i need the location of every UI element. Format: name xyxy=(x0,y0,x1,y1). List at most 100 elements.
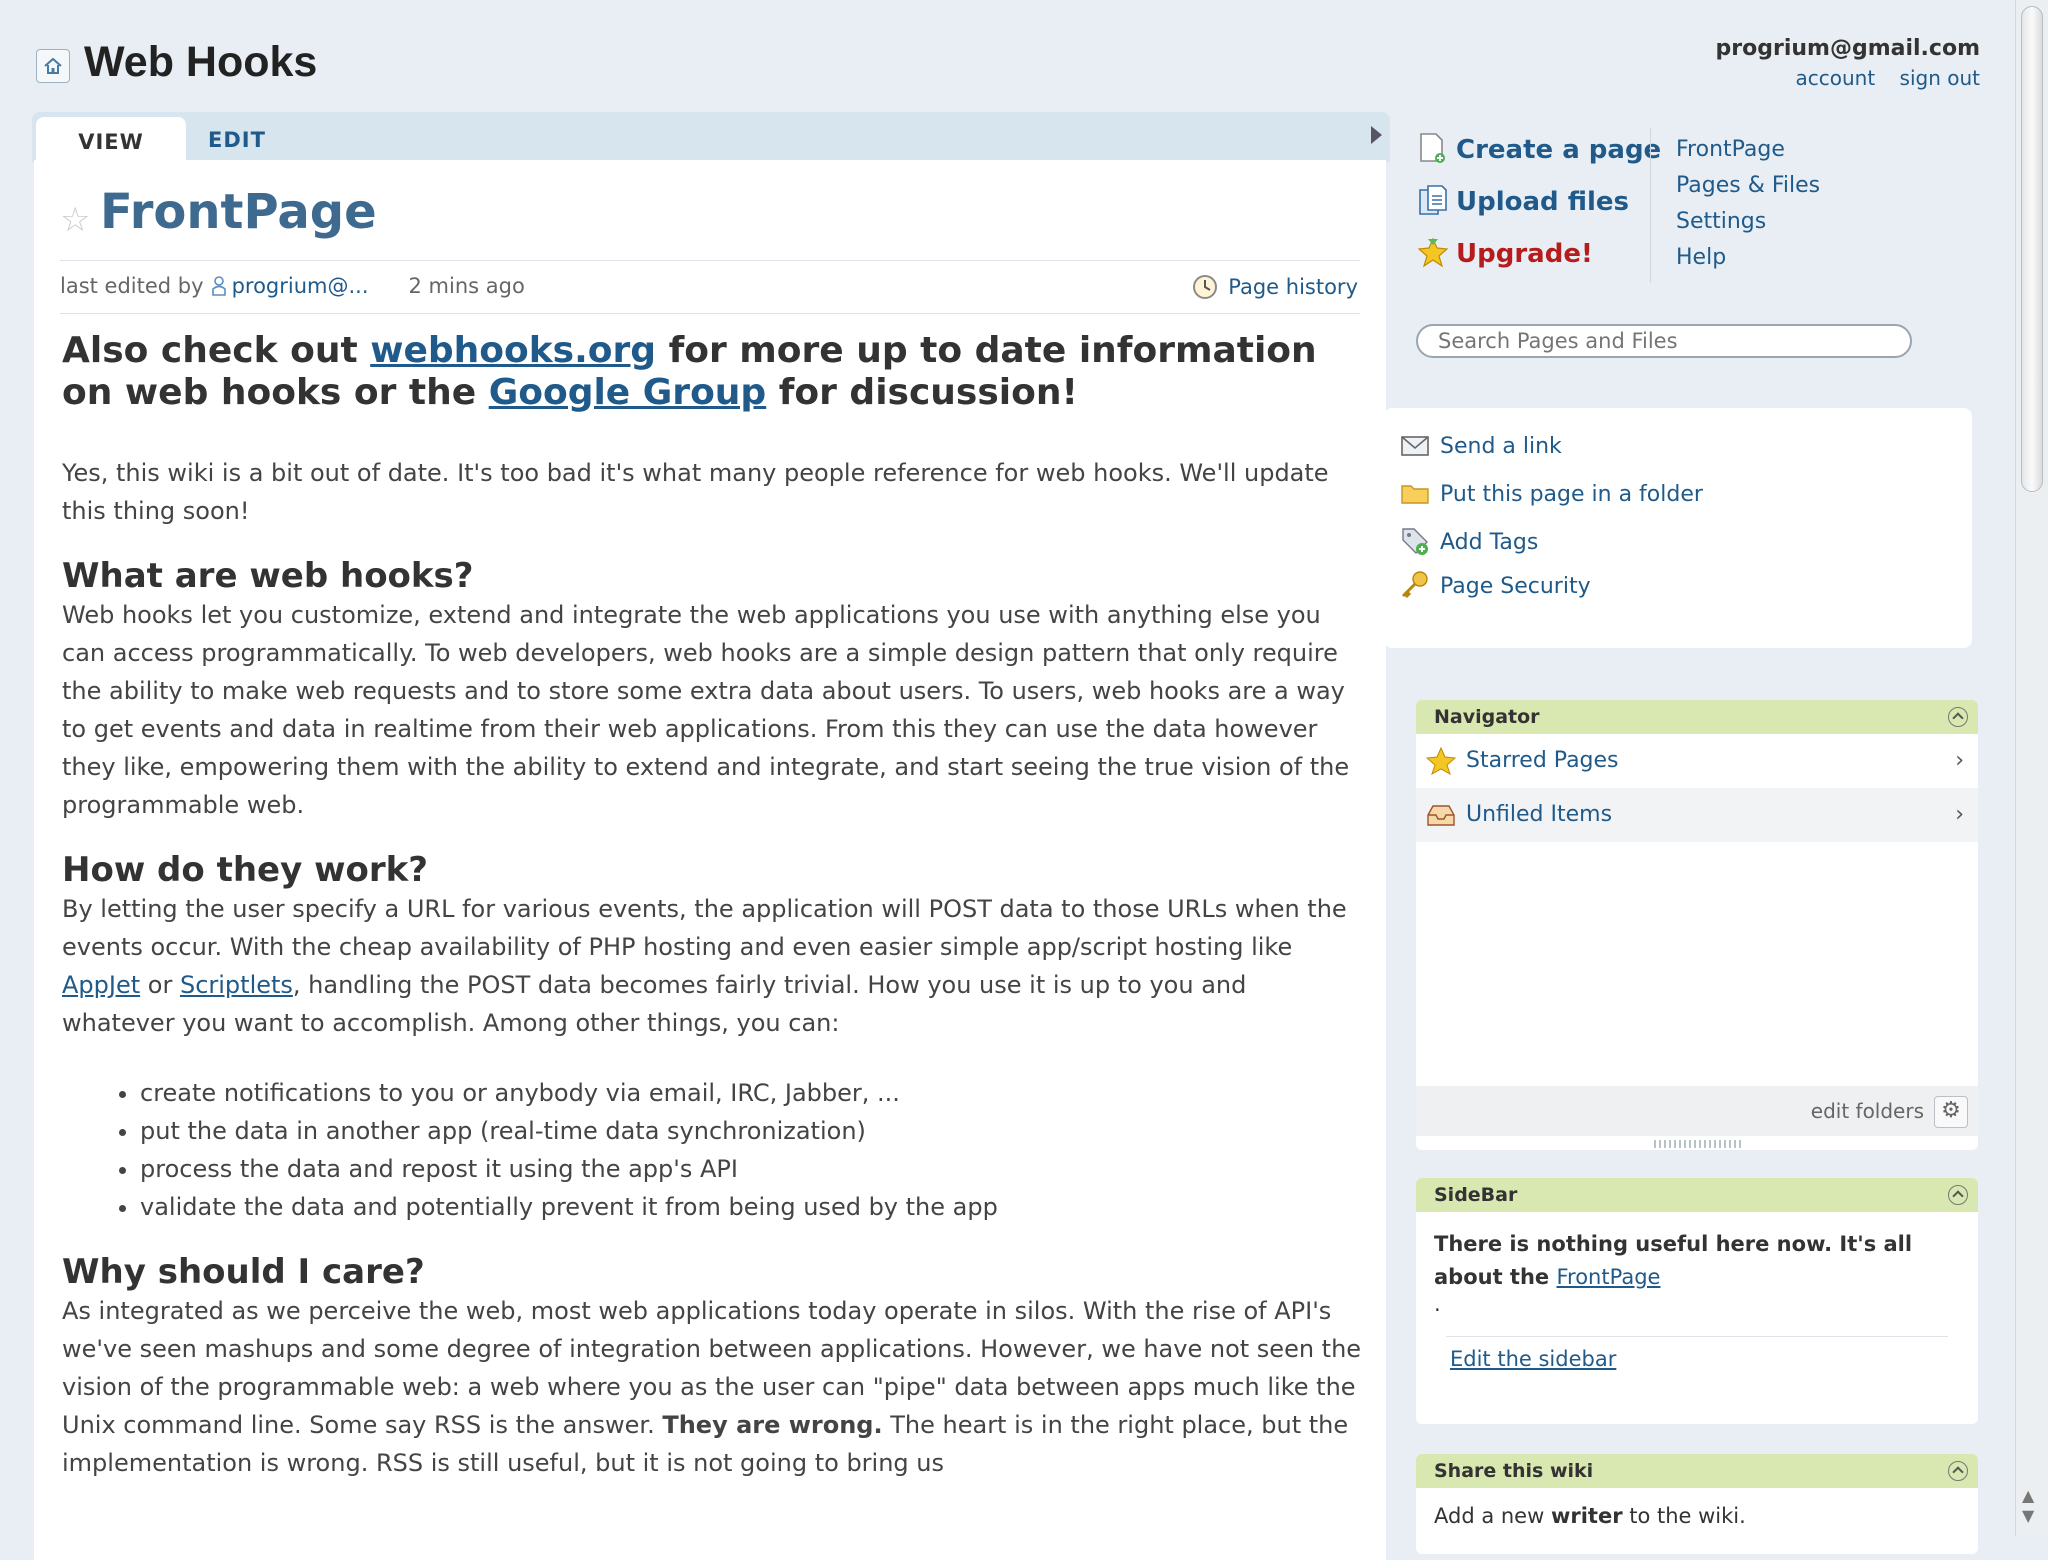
banner-text: for discussion! xyxy=(766,372,1078,413)
list-item: process the data and repost it using the… xyxy=(140,1150,1362,1188)
divider xyxy=(60,260,1360,261)
unfiled-items-label: Unfiled Items xyxy=(1466,802,1613,827)
divider xyxy=(1650,128,1651,283)
page-security-label: Page Security xyxy=(1440,574,1591,599)
home-icon[interactable] xyxy=(36,49,70,83)
send-link-button[interactable]: Send a link xyxy=(1400,430,1562,460)
user-links: account sign out xyxy=(1777,66,1980,90)
scriptlets-link[interactable]: Scriptlets xyxy=(180,971,293,999)
heading-how: How do they work? xyxy=(62,850,428,890)
share-widget: Share this wiki Add a new writer to the … xyxy=(1416,1454,1978,1554)
key-icon xyxy=(1401,571,1428,599)
paragraph-text: or xyxy=(140,971,180,999)
page-history-label: Page history xyxy=(1228,275,1358,299)
star-icon[interactable]: ☆ xyxy=(60,200,90,240)
page-history-link[interactable]: Page history xyxy=(1192,274,1358,300)
sidebar-title: SideBar xyxy=(1434,1184,1518,1206)
share-header: Share this wiki xyxy=(1416,1454,1978,1488)
upgrade-button[interactable]: Upgrade! xyxy=(1418,236,1661,288)
navigator-widget: Navigator Starred Pages › Unfiled Items … xyxy=(1416,700,1978,1150)
page-actions: Create a page Upload files Upgrade! xyxy=(1418,132,1661,288)
editor-link[interactable]: progrium@... xyxy=(232,274,369,298)
create-page-button[interactable]: Create a page xyxy=(1418,132,1661,184)
expand-arrow-icon[interactable] xyxy=(1371,126,1382,144)
upload-icon xyxy=(1419,185,1447,215)
list-item: validate the data and potentially preven… xyxy=(140,1188,1362,1226)
google-group-link[interactable]: Google Group xyxy=(489,372,767,413)
page-tools: Send a link Put this page in a folder Ad… xyxy=(1384,408,1972,648)
new-page-icon xyxy=(1420,133,1445,163)
edit-folders-bar: edit folders ⚙ xyxy=(1416,1086,1978,1136)
folder-button[interactable]: Put this page in a folder xyxy=(1400,478,1703,508)
page-security-button[interactable]: Page Security xyxy=(1400,570,1591,600)
banner-text: Also check out xyxy=(62,330,371,371)
sidebar-widget: SideBar There is nothing useful here now… xyxy=(1416,1178,1978,1424)
divider xyxy=(60,313,1360,314)
share-title: Share this wiki xyxy=(1434,1460,1594,1482)
nav-link-pages-files[interactable]: Pages & Files xyxy=(1676,168,1820,204)
resize-handle[interactable] xyxy=(1654,1140,1744,1148)
intro-paragraph: Yes, this wiki is a bit out of date. It'… xyxy=(62,459,1329,525)
upgrade-label: Upgrade! xyxy=(1456,239,1593,269)
starred-pages-label: Starred Pages xyxy=(1466,748,1619,773)
heading-what: What are web hooks? xyxy=(62,556,474,596)
navigator-header: Navigator xyxy=(1416,700,1978,734)
page-content: Also check out webhooks.org for more up … xyxy=(62,330,1362,1482)
search-input[interactable] xyxy=(1416,324,1912,358)
inbox-icon xyxy=(1427,805,1455,826)
sidebar-header: SideBar xyxy=(1416,1178,1978,1212)
uses-list: create notifications to you or anybody v… xyxy=(62,1074,1362,1226)
star-filled-icon xyxy=(1426,747,1456,775)
webhooks-org-link[interactable]: webhooks.org xyxy=(370,330,656,371)
sign-out-link[interactable]: sign out xyxy=(1900,66,1980,90)
account-link[interactable]: account xyxy=(1795,66,1875,90)
gear-icon[interactable]: ⚙ xyxy=(1934,1096,1968,1128)
share-text-part: to the wiki. xyxy=(1622,1504,1746,1528)
upload-files-label: Upload files xyxy=(1456,187,1629,217)
starred-pages-item[interactable]: Starred Pages › xyxy=(1416,734,1978,788)
chevron-right-icon: › xyxy=(1955,748,1964,773)
last-edited-label: last edited by xyxy=(60,274,204,298)
add-tags-button[interactable]: Add Tags xyxy=(1400,526,1538,556)
user-email: progrium@gmail.com xyxy=(1715,36,1980,61)
edit-sidebar-link[interactable]: Edit the sidebar xyxy=(1416,1337,1978,1371)
nav-link-frontpage[interactable]: FrontPage xyxy=(1676,132,1820,168)
tab-edit[interactable]: EDIT xyxy=(208,120,266,160)
unfiled-items-item[interactable]: Unfiled Items › xyxy=(1416,788,1978,842)
sidebar-text: There is nothing useful here now. It's a… xyxy=(1416,1212,1978,1294)
sidebar-frontpage-link[interactable]: FrontPage xyxy=(1556,1265,1660,1289)
chevron-right-icon: › xyxy=(1955,802,1964,827)
paragraph-how: By letting the user specify a URL for va… xyxy=(62,890,1362,1042)
create-page-label: Create a page xyxy=(1456,135,1662,165)
edit-folders-link[interactable]: edit folders xyxy=(1811,1099,1924,1123)
collapse-icon[interactable] xyxy=(1948,1461,1968,1481)
banner-heading: Also check out webhooks.org for more up … xyxy=(62,330,1362,414)
upgrade-star-icon xyxy=(1418,237,1448,268)
upload-files-button[interactable]: Upload files xyxy=(1418,184,1661,236)
edited-time: 2 mins ago xyxy=(408,274,525,298)
wiki-nav-links: FrontPage Pages & Files Settings Help xyxy=(1676,132,1820,276)
heading-why: Why should I care? xyxy=(62,1252,425,1292)
nav-link-settings[interactable]: Settings xyxy=(1676,204,1820,240)
share-writer: writer xyxy=(1550,1504,1623,1528)
envelope-icon xyxy=(1401,436,1429,456)
sidebar-body: There is nothing useful here now. It's a… xyxy=(1434,1232,1913,1289)
page-meta: last edited by progrium@... 2 mins ago xyxy=(60,274,525,298)
vertical-scrollbar[interactable]: ▲ ▼ xyxy=(2015,0,2048,1536)
scrollbar-thumb[interactable] xyxy=(2021,6,2043,492)
paragraph-why: As integrated as we perceive the web, mo… xyxy=(62,1292,1362,1482)
page-tabs: VIEW EDIT xyxy=(32,112,1390,167)
appjet-link[interactable]: AppJet xyxy=(62,971,140,999)
paragraph-text: By letting the user specify a URL for va… xyxy=(62,895,1347,961)
sidebar-dot: . xyxy=(1434,1292,1441,1316)
user-icon xyxy=(211,276,226,296)
collapse-icon[interactable] xyxy=(1948,1185,1968,1205)
scroll-arrows-icon[interactable]: ▲ ▼ xyxy=(2022,1486,2034,1526)
nav-link-help[interactable]: Help xyxy=(1676,240,1820,276)
page-title: FrontPage xyxy=(100,184,377,240)
collapse-icon[interactable] xyxy=(1948,707,1968,727)
paragraph-what: Web hooks let you customize, extend and … xyxy=(62,601,1350,819)
navigator-title: Navigator xyxy=(1434,706,1540,728)
site-title[interactable]: Web Hooks xyxy=(84,38,317,87)
bold-text: They are wrong. xyxy=(662,1411,883,1439)
